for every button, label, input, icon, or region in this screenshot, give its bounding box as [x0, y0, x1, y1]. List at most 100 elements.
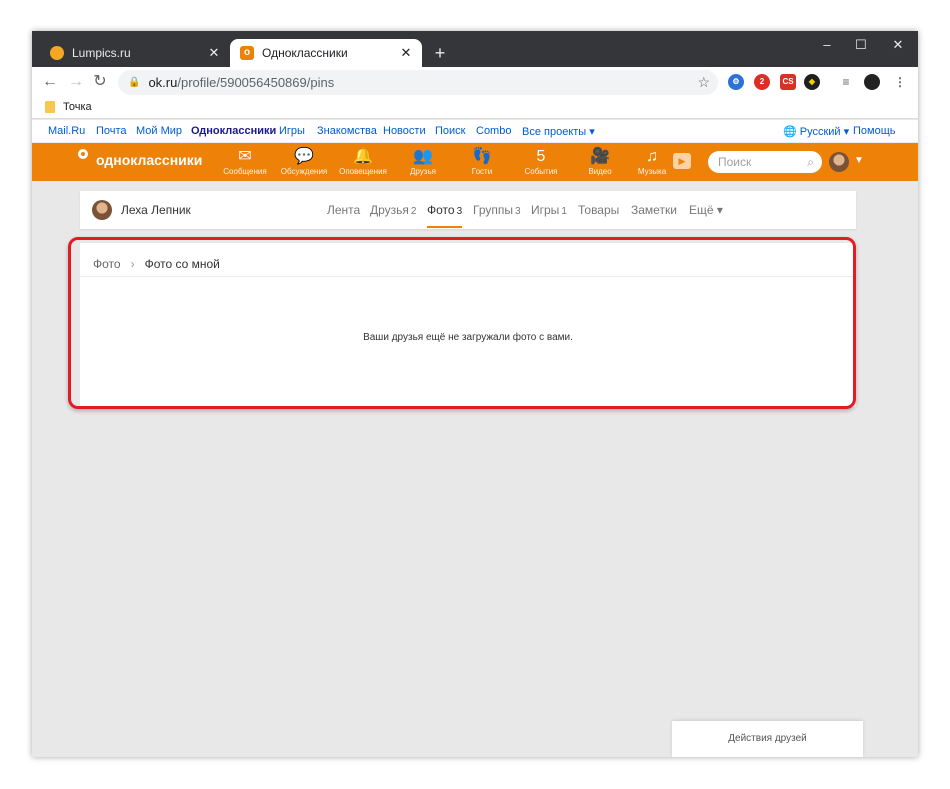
- extension-shield-icon[interactable]: ◆: [804, 74, 820, 90]
- music-note-icon: ♫: [646, 148, 658, 165]
- portal-link-novosti[interactable]: Новости: [383, 125, 426, 137]
- profile-avatar[interactable]: [92, 200, 112, 220]
- tab-count: 1: [561, 206, 567, 217]
- tab-label: Лента: [327, 203, 361, 217]
- reload-icon[interactable]: ↻: [90, 72, 110, 92]
- photos-with-me-card: Фото › Фото со мной Ваши друзья ещё не з…: [80, 243, 856, 407]
- nav-label: Видео: [588, 167, 612, 176]
- tab-count: 3: [456, 206, 463, 217]
- search-icon[interactable]: ⌕: [807, 151, 814, 173]
- tab-label: Заметки: [631, 203, 677, 217]
- extension-gear-icon[interactable]: ⚙: [728, 74, 744, 90]
- chat-bubbles-icon: 💬: [294, 148, 314, 165]
- tab-more[interactable]: Ещё ▾: [689, 203, 723, 217]
- profile-avatar-icon[interactable]: [864, 74, 880, 90]
- profile-bar: Леха Лепник Лента Друзья 2 Фото 3 Группы 3 …: [80, 191, 856, 229]
- portal-link-pochta[interactable]: Почта: [96, 125, 127, 137]
- ok-logo[interactable]: одноклассники: [76, 149, 202, 171]
- extension-cs-icon[interactable]: CS: [780, 74, 796, 90]
- tab-close-icon[interactable]: ✕: [204, 45, 224, 61]
- tab-title: Lumpics.ru: [72, 46, 131, 60]
- chevron-down-icon[interactable]: ▼: [854, 155, 864, 166]
- chevron-right-icon: ›: [130, 257, 135, 271]
- bookmark-tochka[interactable]: Точка: [63, 101, 92, 113]
- play-icon[interactable]: ▶: [673, 153, 691, 169]
- address-bar[interactable]: 🔒 ok.ru /profile/590056450869/pins ☆: [118, 70, 718, 95]
- nav-video[interactable]: 🎥 Видео: [572, 147, 628, 177]
- breadcrumb-current: Фото со мной: [144, 257, 220, 271]
- url-path: /profile/590056450869/pins: [177, 75, 335, 90]
- minimize-button[interactable]: –: [812, 37, 842, 52]
- envelope-icon: ✉: [238, 148, 252, 165]
- events-badge-icon: 5: [536, 148, 546, 165]
- nav-label: Друзья: [410, 167, 436, 176]
- nav-label: Оповещения: [339, 167, 387, 176]
- tab-close-icon[interactable]: ✕: [396, 45, 416, 61]
- tab-notes[interactable]: Заметки: [631, 203, 677, 217]
- tab-lumpics[interactable]: Lumpics.ru ✕: [40, 39, 230, 67]
- nav-label: События: [524, 167, 558, 176]
- ok-favicon-icon: o: [240, 46, 254, 60]
- profile-name[interactable]: Леха Лепник: [121, 203, 191, 217]
- portal-link-moy-mir[interactable]: Мой Мир: [136, 125, 182, 137]
- tab-groups[interactable]: Группы 3: [473, 203, 521, 217]
- tab-friends[interactable]: Друзья 2: [370, 203, 416, 217]
- user-avatar[interactable]: [829, 152, 849, 172]
- portal-link-igry[interactable]: Игры: [279, 125, 305, 137]
- nav-music[interactable]: ♫ Музыка: [624, 147, 680, 177]
- tab-label: Ещё ▾: [689, 203, 723, 217]
- portal-link-all-projects[interactable]: Все проекты ▾: [522, 125, 595, 138]
- extension-badge-icon[interactable]: 2: [754, 74, 770, 90]
- ok-search-input[interactable]: Поиск ⌕: [708, 151, 822, 173]
- tab-label: Игры: [531, 203, 560, 217]
- url-host: ok.ru: [148, 75, 178, 90]
- tab-label: Товары: [578, 203, 620, 217]
- menu-kebab-icon[interactable]: ⋮: [892, 74, 908, 90]
- friends-actions-panel[interactable]: Действия друзей: [672, 721, 863, 757]
- divider: [80, 276, 856, 277]
- browser-toolbar: ← → ↻ 🔒 ok.ru /profile/590056450869/pins…: [32, 67, 918, 97]
- close-window-button[interactable]: ✕: [883, 37, 913, 53]
- search-placeholder: Поиск: [718, 155, 752, 169]
- nav-label: Обсуждения: [280, 167, 328, 176]
- globe-icon: 🌐: [783, 126, 797, 138]
- tab-games[interactable]: Игры 1: [531, 203, 567, 217]
- ok-logo-text: одноклассники: [96, 152, 203, 168]
- extension-cs-label: CS: [782, 77, 794, 86]
- nav-notifications[interactable]: 🔔 Оповещения: [335, 147, 391, 177]
- nav-discussions[interactable]: 💬 Обсуждения: [276, 147, 332, 177]
- maximize-button[interactable]: ☐: [846, 37, 876, 53]
- tab-label: Группы: [473, 203, 513, 217]
- portal-link-odnoklassniki[interactable]: Одноклассники: [191, 125, 276, 137]
- language-label: Русский ▾: [799, 126, 850, 138]
- breadcrumb-photos[interactable]: Фото: [93, 257, 121, 271]
- browser-window: Lumpics.ru ✕ o Одноклассники ✕ + – ☐ ✕ ←…: [32, 31, 918, 757]
- lumpics-favicon-icon: [50, 46, 64, 60]
- tab-odnoklassniki[interactable]: o Одноклассники ✕: [230, 39, 422, 67]
- portal-link-combo[interactable]: Combo: [476, 125, 511, 137]
- portal-link-poisk[interactable]: Поиск: [435, 125, 465, 137]
- tab-goods[interactable]: Товары: [578, 203, 619, 217]
- lock-icon: 🔒: [128, 77, 141, 88]
- nav-messages[interactable]: ✉ Сообщения: [217, 147, 273, 177]
- tab-count: 2: [410, 206, 417, 217]
- language-selector[interactable]: 🌐 Русский ▾: [783, 125, 849, 138]
- portal-link-znakomstva[interactable]: Знакомства: [317, 125, 377, 137]
- tab-strip: Lumpics.ru ✕ o Одноклассники ✕ + – ☐ ✕: [32, 31, 918, 67]
- tab-photos[interactable]: Фото 3: [427, 203, 463, 228]
- help-link[interactable]: Помощь: [853, 125, 896, 137]
- tab-title: Одноклассники: [262, 46, 348, 60]
- forward-arrow-icon[interactable]: →: [66, 72, 86, 92]
- nav-friends[interactable]: 👥 Друзья: [395, 147, 451, 177]
- nav-guests[interactable]: 👣 Гости: [454, 147, 510, 177]
- portal-link-mailru[interactable]: Mail.Ru: [48, 125, 85, 137]
- nav-events[interactable]: 5 События: [513, 147, 569, 177]
- new-tab-button[interactable]: +: [430, 43, 450, 63]
- tab-feed[interactable]: Лента: [327, 203, 360, 217]
- back-arrow-icon[interactable]: ←: [40, 72, 60, 92]
- folder-icon: [45, 101, 55, 113]
- media-queue-icon[interactable]: ≡: [838, 74, 854, 90]
- bell-icon: 🔔: [353, 148, 373, 165]
- ok-header: одноклассники ✉ Сообщения 💬 Обсуждения 🔔…: [32, 143, 918, 181]
- bookmark-star-icon[interactable]: ☆: [697, 74, 710, 91]
